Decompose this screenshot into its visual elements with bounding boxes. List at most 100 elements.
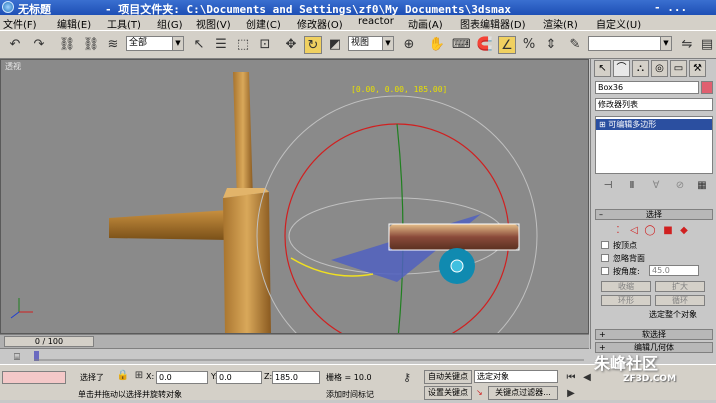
make-unique-icon[interactable]: ∀ bbox=[647, 177, 665, 195]
y-coordinate-field[interactable]: 0.0 bbox=[216, 371, 262, 384]
by-vertex-checkbox[interactable] bbox=[601, 241, 609, 249]
modify-tab-icon[interactable]: ⌒ bbox=[613, 60, 630, 77]
named-selection-sets-dropdown[interactable]: ▼ bbox=[588, 36, 672, 51]
selection-filter-value: 全部 bbox=[129, 38, 148, 48]
select-region-icon[interactable]: ⬚ bbox=[234, 36, 252, 54]
z-label: Z: bbox=[264, 372, 273, 381]
object-color-swatch[interactable] bbox=[701, 81, 713, 94]
bind-spacewarp-icon[interactable]: ≋ bbox=[104, 36, 122, 54]
expand-icon: ⊞ bbox=[599, 120, 609, 129]
pin-stack-icon[interactable]: ⊣ bbox=[599, 177, 617, 195]
track-ruler bbox=[34, 351, 584, 361]
key-mode-dropdown[interactable]: 选定对象 bbox=[474, 370, 558, 383]
menu-reactor[interactable]: reactor bbox=[358, 16, 394, 27]
menu-customize[interactable]: 自定义(U) bbox=[596, 16, 641, 31]
angle-snap-icon[interactable]: ∠ bbox=[498, 36, 516, 54]
select-object-icon[interactable]: ↖ bbox=[190, 36, 208, 54]
menu-group[interactable]: 组(G) bbox=[157, 16, 183, 31]
rotate-icon[interactable]: ↻ bbox=[304, 36, 322, 54]
object-name-field[interactable]: Box36 bbox=[595, 81, 699, 94]
select-by-name-icon[interactable]: ☰ bbox=[212, 36, 230, 54]
snap-icon[interactable]: 🧲 bbox=[476, 36, 494, 54]
menu-graph-editors[interactable]: 图表编辑器(D) bbox=[460, 16, 526, 31]
spinner-snap-icon[interactable]: ⇕ bbox=[542, 36, 560, 54]
keyboard-shortcut-icon[interactable]: ⌨ bbox=[452, 36, 471, 54]
app-icon[interactable] bbox=[2, 1, 14, 13]
selection-filter-dropdown[interactable]: 全部 ▼ bbox=[126, 36, 184, 51]
soft-selection-title: 软选择 bbox=[642, 330, 666, 339]
menu-edit[interactable]: 编辑(E) bbox=[57, 16, 91, 31]
project-path: - 项目文件夹: C:\Documents and Settings\zf0\M… bbox=[105, 3, 511, 15]
modifier-list-dropdown[interactable]: 修改器列表 bbox=[595, 98, 713, 111]
grow-button[interactable]: 扩大 bbox=[655, 281, 705, 292]
unlink-icon[interactable]: ⛓ bbox=[82, 36, 100, 54]
redo-icon[interactable]: ↷ bbox=[30, 36, 48, 54]
time-slider-bar: 0 / 100 bbox=[0, 334, 589, 348]
z-coordinate-field[interactable]: 185.0 bbox=[272, 371, 320, 384]
selected-pipe-object[interactable] bbox=[389, 224, 519, 250]
pivot-center-icon[interactable]: ⊕ bbox=[400, 36, 418, 54]
key-filters-button[interactable]: 关键点过滤器... bbox=[488, 386, 558, 400]
stack-item-editable-poly[interactable]: ⊞ 可编辑多边形 bbox=[596, 119, 712, 130]
selection-count: 选择了 bbox=[80, 373, 104, 382]
x-coordinate-field[interactable]: 0.0 bbox=[156, 371, 208, 384]
window-title: 无标题 bbox=[18, 3, 51, 15]
named-selection-icon[interactable]: ✎ bbox=[566, 36, 584, 54]
menu-bar: 文件(F) 编辑(E) 工具(T) 组(G) 视图(V) 创建(C) 修改器(O… bbox=[0, 15, 716, 31]
ignore-backface-label: 忽略背面 bbox=[613, 254, 645, 263]
border-mode-icon[interactable]: ◯ bbox=[641, 222, 659, 240]
maxscript-listener[interactable] bbox=[2, 371, 66, 384]
show-end-result-icon[interactable]: Ⅱ bbox=[623, 177, 641, 195]
auto-key-button[interactable]: 自动关键点 bbox=[424, 370, 472, 384]
angle-spinner[interactable]: 45.0 bbox=[649, 265, 699, 276]
loop-button[interactable]: 循环 bbox=[655, 295, 705, 306]
perspective-viewport[interactable]: 透视 [0.00, 0.00, 185.00] bbox=[0, 59, 589, 334]
create-tab-icon[interactable]: ↖ bbox=[594, 60, 611, 77]
configure-sets-icon[interactable]: ▦ bbox=[693, 177, 711, 195]
reference-coord-dropdown[interactable]: 视图 ▼ bbox=[348, 36, 394, 51]
play-icon[interactable]: ▶ bbox=[562, 385, 580, 403]
menu-create[interactable]: 创建(C) bbox=[246, 16, 281, 31]
selection-rollout-header[interactable]: – 选择 bbox=[595, 209, 713, 220]
pole-top[interactable] bbox=[233, 72, 253, 200]
select-manipulate-icon[interactable]: ✋ bbox=[428, 36, 446, 54]
horizontal-beam[interactable] bbox=[109, 210, 229, 240]
menu-modifiers[interactable]: 修改器(O) bbox=[297, 16, 343, 31]
mirror-icon[interactable]: ⇋ bbox=[678, 36, 696, 54]
menu-file[interactable]: 文件(F) bbox=[3, 16, 37, 31]
window-crossing-icon[interactable]: ⊡ bbox=[256, 36, 274, 54]
hierarchy-tab-icon[interactable]: ⛬ bbox=[632, 60, 649, 77]
shrink-button[interactable]: 收缩 bbox=[601, 281, 651, 292]
main-post[interactable] bbox=[223, 192, 271, 334]
track-bar[interactable]: ⌸ bbox=[0, 348, 589, 364]
soft-selection-rollout-header[interactable]: + 软选择 bbox=[595, 329, 713, 340]
set-key-button[interactable]: 设置关键点 bbox=[424, 386, 472, 400]
utilities-tab-icon[interactable]: ⚒ bbox=[689, 60, 706, 77]
chevron-down-icon: ▼ bbox=[172, 37, 183, 50]
prompt-line: 单击并拖动以选择并旋转对象 bbox=[78, 390, 182, 399]
key-icon[interactable]: ⚷ bbox=[398, 369, 416, 387]
scale-icon[interactable]: ◩ bbox=[326, 36, 344, 54]
rotate-gizmo-outer[interactable] bbox=[256, 95, 538, 334]
chevron-down-icon: ▼ bbox=[382, 37, 393, 50]
percent-snap-icon[interactable]: % bbox=[520, 36, 538, 54]
link-icon[interactable]: ⛓ bbox=[58, 36, 76, 54]
align-icon[interactable]: ▤ bbox=[698, 36, 716, 54]
title-suffix: - ... bbox=[654, 1, 688, 14]
ring-button[interactable]: 环形 bbox=[601, 295, 651, 306]
chevron-down-icon: ▼ bbox=[660, 37, 671, 50]
remove-modifier-icon[interactable]: ⊘ bbox=[671, 177, 689, 195]
element-mode-icon[interactable]: ◆ bbox=[675, 222, 693, 240]
move-icon[interactable]: ✥ bbox=[282, 36, 300, 54]
menu-animation[interactable]: 动画(A) bbox=[408, 16, 443, 31]
menu-rendering[interactable]: 渲染(R) bbox=[543, 16, 578, 31]
add-time-tag[interactable]: 添加时间标记 bbox=[326, 389, 374, 400]
time-slider[interactable]: 0 / 100 bbox=[4, 336, 94, 347]
ignore-backface-checkbox[interactable] bbox=[601, 254, 609, 262]
display-tab-icon[interactable]: ▭ bbox=[670, 60, 687, 77]
menu-tools[interactable]: 工具(T) bbox=[107, 16, 141, 31]
by-angle-checkbox[interactable] bbox=[601, 267, 609, 275]
undo-icon[interactable]: ↶ bbox=[6, 36, 24, 54]
menu-views[interactable]: 视图(V) bbox=[196, 16, 231, 31]
motion-tab-icon[interactable]: ◎ bbox=[651, 60, 668, 77]
